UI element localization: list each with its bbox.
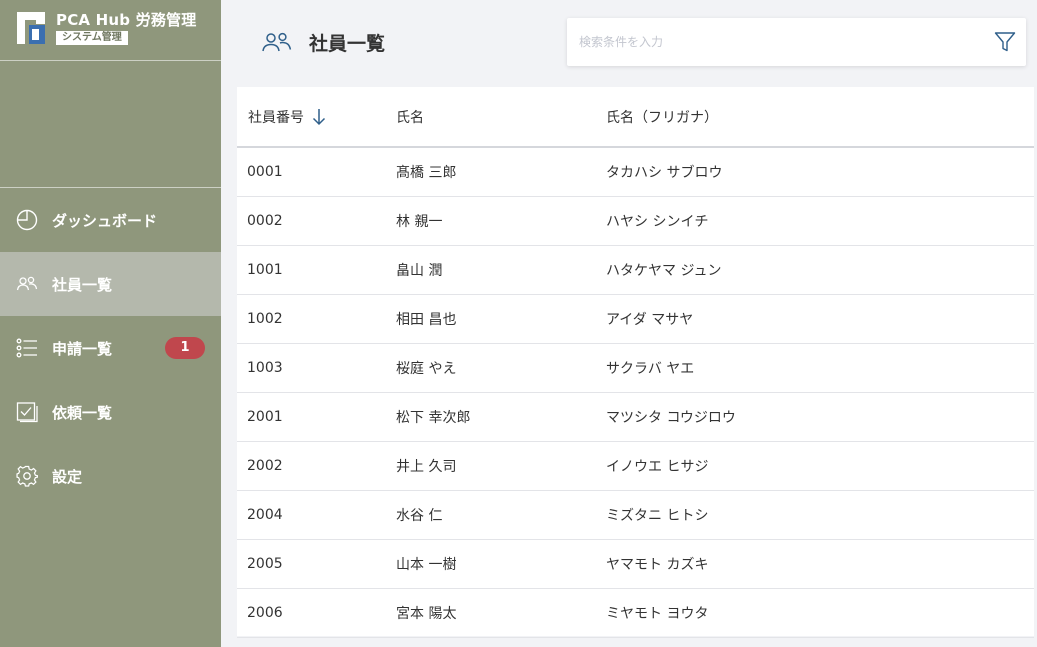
checklist-icon xyxy=(16,401,38,423)
employee-kana-cell: サクラバ ヤエ xyxy=(606,343,1034,393)
column-header-employee-number[interactable]: 社員番号 xyxy=(237,87,396,148)
sidebar-item-label: 依頼一覧 xyxy=(52,403,113,422)
employee-kana-cell: ミヤモト ヨウタ xyxy=(606,588,1034,638)
logo[interactable]: PCA Hub 労務管理 システム管理 xyxy=(0,0,221,61)
employee-number-cell: 2006 xyxy=(237,588,396,638)
sidebar-item-label: 社員一覧 xyxy=(52,275,113,294)
column-header-label: 氏名（フリガナ） xyxy=(606,109,718,126)
employee-name-cell: 相田 昌也 xyxy=(396,294,606,344)
sidebar-item-label: ダッシュボード xyxy=(52,211,158,230)
employee-number-cell: 0002 xyxy=(237,196,396,246)
applications-count-badge: 1 xyxy=(165,337,205,359)
employee-name-cell: 林 親一 xyxy=(396,196,606,246)
sidebar: PCA Hub 労務管理 システム管理 ダッシュボード 社員一覧 申請一覧 1 … xyxy=(0,0,221,647)
employee-name-cell: 桜庭 やえ xyxy=(396,343,606,393)
column-header-name-kana[interactable]: 氏名（フリガナ） xyxy=(606,87,1034,148)
pca-hub-logo-icon xyxy=(17,12,45,44)
search-input[interactable] xyxy=(567,18,987,66)
employee-kana-cell: タカハシ サブロウ xyxy=(606,147,1034,197)
employee-name-cell: 畠山 潤 xyxy=(396,245,606,295)
employee-name-cell: 山本 一樹 xyxy=(396,539,606,589)
sidebar-item-requests[interactable]: 依頼一覧 xyxy=(0,380,221,444)
employee-kana-cell: ヤマモト カズキ xyxy=(606,539,1034,589)
employee-number-cell: 0001 xyxy=(237,147,396,197)
employee-name-cell: 宮本 陽太 xyxy=(396,588,606,638)
employee-kana-cell: ハヤシ シンイチ xyxy=(606,196,1034,246)
filter-icon[interactable] xyxy=(994,31,1016,53)
table-row[interactable]: 0001 髙橋 三郎 タカハシ サブロウ xyxy=(237,147,1034,197)
table-row[interactable]: 0002 林 親一 ハヤシ シンイチ xyxy=(237,196,1034,246)
employee-number-cell: 2004 xyxy=(237,490,396,540)
pie-chart-icon xyxy=(16,209,38,231)
table-row[interactable]: 2006 宮本 陽太 ミヤモト ヨウタ xyxy=(237,588,1034,638)
employee-number-cell: 2005 xyxy=(237,539,396,589)
sidebar-spacer xyxy=(0,61,221,188)
employee-table-card: 社員番号 氏名 氏名（フリガナ） 0001 髙橋 三郎 タカハシ サブロウ 00… xyxy=(237,87,1034,638)
employee-name-cell: 井上 久司 xyxy=(396,441,606,491)
list-icon xyxy=(16,337,38,359)
sidebar-item-employees[interactable]: 社員一覧 xyxy=(0,252,221,316)
sidebar-item-settings[interactable]: 設定 xyxy=(0,444,221,508)
users-icon xyxy=(16,273,38,295)
employee-name-cell: 松下 幸次郎 xyxy=(396,392,606,442)
page-title: 社員一覧 xyxy=(309,33,386,55)
employee-number-cell: 2001 xyxy=(237,392,396,442)
column-header-label: 社員番号 xyxy=(248,109,304,126)
sidebar-item-label: 設定 xyxy=(52,467,83,486)
table-header-row: 社員番号 氏名 氏名（フリガナ） xyxy=(237,87,1034,148)
employee-number-cell: 2002 xyxy=(237,441,396,491)
sidebar-item-dashboard[interactable]: ダッシュボード xyxy=(0,188,221,252)
table-row[interactable]: 1002 相田 昌也 アイダ マサヤ xyxy=(237,294,1034,344)
table-row[interactable]: 2005 山本 一樹 ヤマモト カズキ xyxy=(237,539,1034,589)
table-row[interactable]: 2001 松下 幸次郎 マツシタ コウジロウ xyxy=(237,392,1034,442)
employee-kana-cell: ミズタニ ヒトシ xyxy=(606,490,1034,540)
employee-kana-cell: ハタケヤマ ジュン xyxy=(606,245,1034,295)
employee-number-cell: 1002 xyxy=(237,294,396,344)
sidebar-item-label: 申請一覧 xyxy=(52,339,113,358)
employee-table: 社員番号 氏名 氏名（フリガナ） 0001 髙橋 三郎 タカハシ サブロウ 00… xyxy=(237,87,1034,638)
table-row[interactable]: 1003 桜庭 やえ サクラバ ヤエ xyxy=(237,343,1034,393)
employee-name-cell: 水谷 仁 xyxy=(396,490,606,540)
table-row[interactable]: 1001 畠山 潤 ハタケヤマ ジュン xyxy=(237,245,1034,295)
sidebar-nav: ダッシュボード 社員一覧 申請一覧 1 依頼一覧 設定 xyxy=(0,188,221,508)
search-box xyxy=(567,18,1026,66)
logo-subtitle: システム管理 xyxy=(56,31,128,45)
employee-name-cell: 髙橋 三郎 xyxy=(396,147,606,197)
table-row[interactable]: 2002 井上 久司 イノウエ ヒサジ xyxy=(237,441,1034,491)
column-header-name[interactable]: 氏名 xyxy=(396,87,606,148)
table-body: 0001 髙橋 三郎 タカハシ サブロウ 0002 林 親一 ハヤシ シンイチ … xyxy=(237,147,1034,638)
employee-kana-cell: イノウエ ヒサジ xyxy=(606,441,1034,491)
logo-title: PCA Hub 労務管理 xyxy=(56,11,197,29)
sidebar-item-applications[interactable]: 申請一覧 1 xyxy=(0,316,221,380)
column-header-label: 氏名 xyxy=(396,109,424,126)
employee-number-cell: 1001 xyxy=(237,245,396,295)
employee-kana-cell: アイダ マサヤ xyxy=(606,294,1034,344)
users-icon xyxy=(262,32,292,52)
arrow-down-icon[interactable] xyxy=(312,108,326,126)
page-header: 社員一覧 xyxy=(221,0,1037,86)
table-row[interactable]: 2004 水谷 仁 ミズタニ ヒトシ xyxy=(237,490,1034,540)
gear-icon xyxy=(16,465,38,487)
employee-number-cell: 1003 xyxy=(237,343,396,393)
employee-kana-cell: マツシタ コウジロウ xyxy=(606,392,1034,442)
